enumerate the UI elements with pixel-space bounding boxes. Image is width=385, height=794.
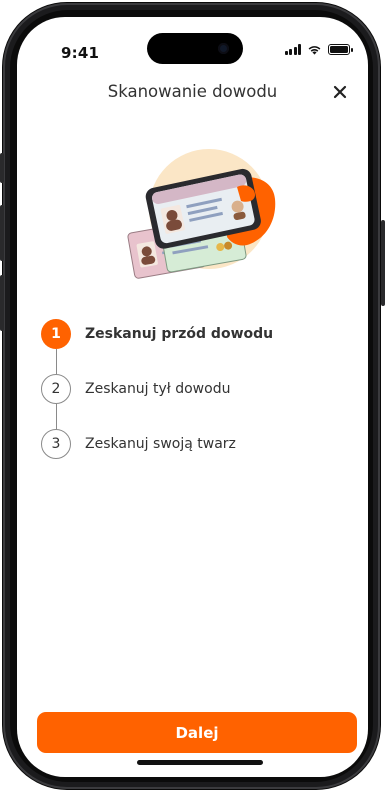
step-item: 2 Zeskanuj tył dowodu [41,372,230,406]
signal-icon [284,44,301,55]
page-title: Skanowanie dowodu [107,82,278,101]
camera-icon [218,43,229,54]
step-item: 3 Zeskanuj swoją twarz [41,427,236,461]
home-indicator [137,760,263,765]
volume-up-button [0,205,4,261]
id-scan-illustration [127,149,276,279]
power-button [381,220,385,306]
step-item: 1 Zeskanuj przód dowodu [41,317,273,351]
close-button[interactable] [328,80,352,104]
close-icon [333,85,347,99]
wifi-icon [308,46,321,55]
battery-icon [328,44,353,55]
action-button [0,153,4,183]
status-icons [284,44,353,55]
volume-down-button [0,275,4,331]
step-number: 3 [41,429,71,459]
step-number: 1 [41,319,71,349]
app-screen: 9:41 Skanowanie dowodu 1 Zeskanuj przód … [17,17,368,777]
next-button[interactable]: Dalej [37,712,357,753]
step-connector [56,404,58,429]
dynamic-island [147,33,243,64]
status-time: 9:41 [61,44,100,62]
step-label: Zeskanuj tył dowodu [85,381,231,397]
step-label: Zeskanuj przód dowodu [85,326,274,342]
step-connector [56,349,58,374]
step-number: 2 [41,374,71,404]
step-label: Zeskanuj swoją twarz [85,436,236,452]
